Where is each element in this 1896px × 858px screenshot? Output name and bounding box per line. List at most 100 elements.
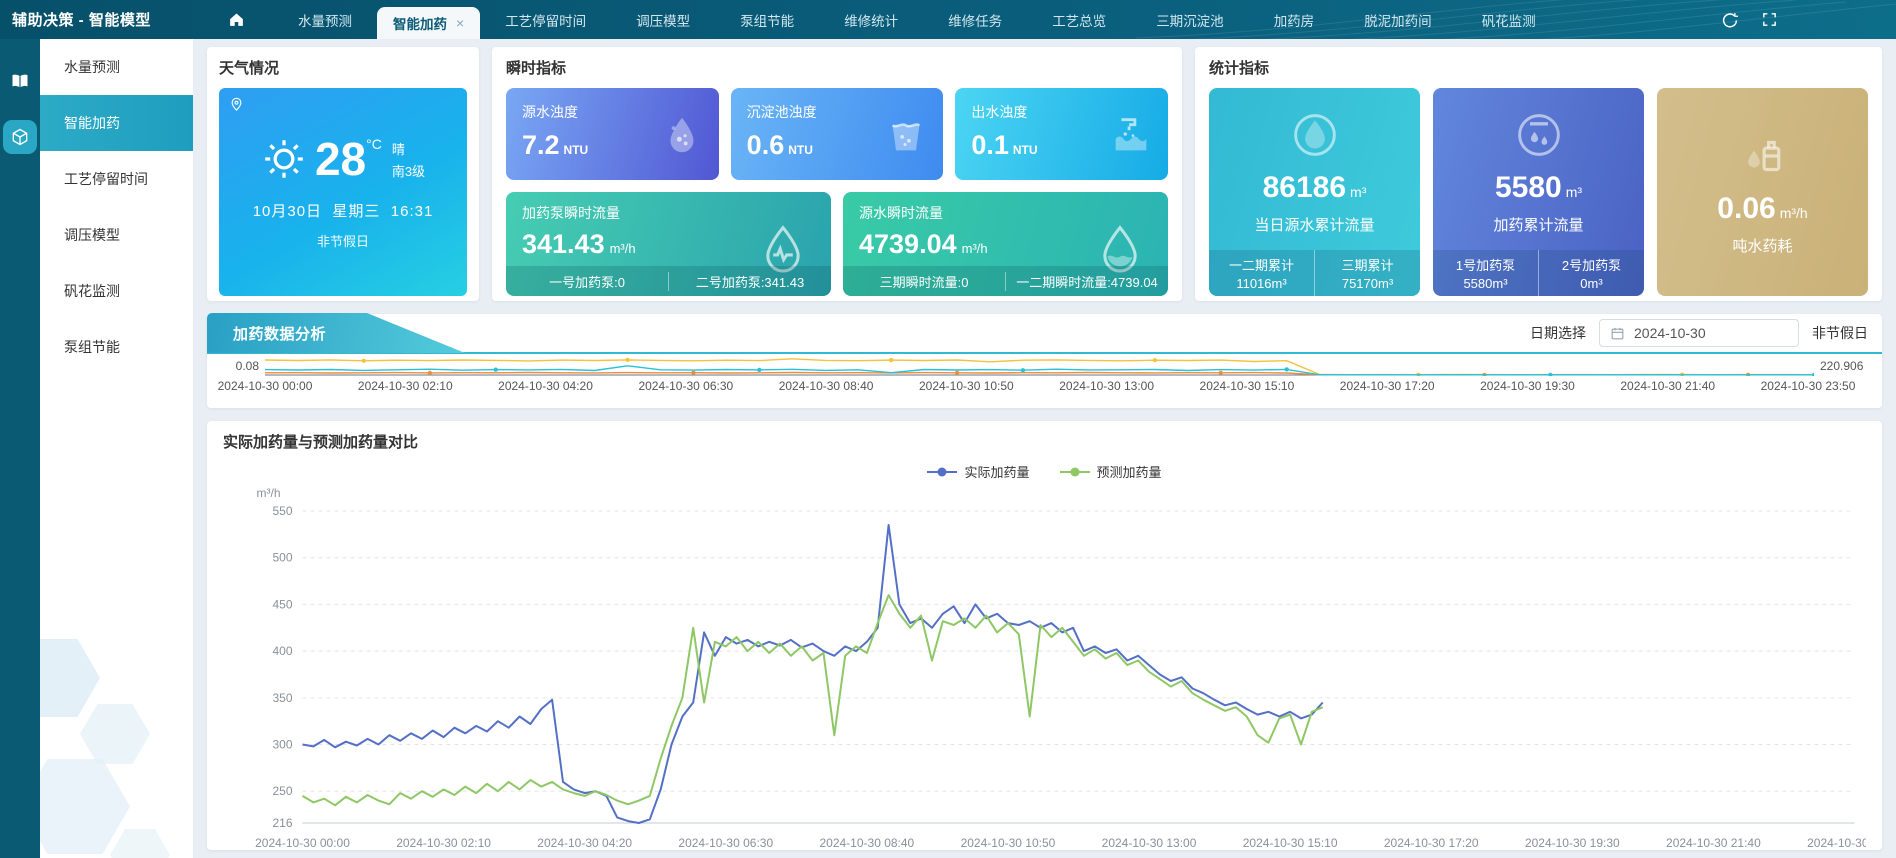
tab-label: 水量预测 bbox=[298, 10, 352, 30]
date-select-label: 日期选择 bbox=[1530, 323, 1586, 343]
tab-维修统计[interactable]: 维修统计 bbox=[819, 0, 923, 39]
overview-time-tick: 2024-10-30 04:20 bbox=[498, 379, 593, 393]
stat-value: 0.06 bbox=[1717, 192, 1775, 225]
stat-sub-value: 11016m³ bbox=[1236, 276, 1286, 291]
analysis-header: 加药数据分析 日期选择 2024-10-30 非节假日 bbox=[207, 314, 1882, 354]
icon-rail bbox=[0, 39, 40, 858]
svg-text:2024-10-30 10:50: 2024-10-30 10:50 bbox=[961, 836, 1056, 850]
stat-sub-value: 0m³ bbox=[1580, 276, 1602, 291]
stat-value: 5580 bbox=[1495, 171, 1562, 204]
statistics-panel: 统计指标 86186m³ 当日源水累计流量 一二期累计11016m³三期累计75… bbox=[1195, 47, 1882, 301]
tab-label: 矾花监测 bbox=[1482, 10, 1536, 30]
chart-legend: 实际加药量 预测加药量 bbox=[223, 462, 1866, 481]
weather-wind: 南3级 bbox=[392, 161, 425, 180]
svg-text:250: 250 bbox=[272, 784, 292, 798]
flow-card-strip: 三期瞬时流量:0一二期瞬时流量:4739.04 bbox=[843, 266, 1168, 296]
tab-bar: 水量预测 智能加药 × 工艺停留时间 调压模型 泵组节能 维修统计 维修任务工艺总览 三期沉淀池… bbox=[273, 0, 1561, 39]
tab-智能加药[interactable]: 智能加药 × bbox=[377, 7, 480, 39]
tab-泵组节能[interactable]: 泵组节能 bbox=[715, 0, 819, 39]
sidebar-item-水量预测[interactable]: 水量预测 bbox=[40, 39, 193, 95]
tab-工艺总览[interactable]: 工艺总览 bbox=[1027, 0, 1131, 39]
stat-label: 加药累计流量 bbox=[1493, 214, 1583, 235]
card-value: 341.43 bbox=[522, 229, 605, 259]
flow-cards: 加药泵瞬时流量 341.43m³/h 一号加药泵:0二号加药泵:341.43 源… bbox=[506, 192, 1168, 296]
overview-time-tick: 2024-10-30 10:50 bbox=[919, 379, 1014, 393]
dosing-data-analysis-panel: 加药数据分析 日期选择 2024-10-30 非节假日 0.08 220.906… bbox=[207, 314, 1882, 408]
book-icon[interactable] bbox=[5, 66, 35, 96]
tab-调压模型[interactable]: 调压模型 bbox=[611, 0, 715, 39]
flow-card-strip: 一号加药泵:0二号加药泵:341.43 bbox=[506, 266, 831, 296]
sidebar-item-矾花监测[interactable]: 矾花监测 bbox=[40, 263, 193, 319]
stat-card-吨水药耗: 0.06m³/h 吨水药耗 bbox=[1657, 88, 1868, 296]
overview-time-tick: 2024-10-30 21:40 bbox=[1620, 379, 1715, 393]
card-value: 0.1 bbox=[971, 130, 1009, 160]
tab-三期沉淀池[interactable]: 三期沉淀池 bbox=[1131, 0, 1249, 39]
stat-label: 吨水药耗 bbox=[1732, 235, 1792, 256]
stat-sub-label: 三期累计 bbox=[1341, 255, 1393, 274]
tab-水量预测[interactable]: 水量预测 bbox=[273, 0, 377, 39]
comparison-chart-panel: 实际加药量与预测加药量对比 实际加药量 预测加药量 21625030035040… bbox=[207, 421, 1882, 850]
fullscreen-icon[interactable] bbox=[1761, 11, 1778, 28]
tab-label: 三期沉淀池 bbox=[1156, 10, 1224, 30]
tab-label: 维修统计 bbox=[844, 10, 898, 30]
flow-card-加药泵瞬时流量: 加药泵瞬时流量 341.43m³/h 一号加药泵:0二号加药泵:341.43 bbox=[506, 192, 831, 296]
flow-sub-value: 二号加药泵:341.43 bbox=[668, 272, 831, 291]
flow-card-源水瞬时流量: 源水瞬时流量 4739.04m³/h 三期瞬时流量:0一二期瞬时流量:4739.… bbox=[843, 192, 1168, 296]
tab-加药房[interactable]: 加药房 bbox=[1249, 0, 1340, 39]
tab-维修任务[interactable]: 维修任务 bbox=[923, 0, 1027, 39]
stat-sub-value: 75170m³ bbox=[1342, 276, 1393, 291]
tab-工艺停留时间[interactable]: 工艺停留时间 bbox=[480, 0, 611, 39]
stat-sub-cell: 2号加药泵 0m³ bbox=[1538, 250, 1644, 296]
svg-text:2024-10-30 00:00: 2024-10-30 00:00 bbox=[255, 836, 350, 850]
date-picker[interactable]: 2024-10-30 bbox=[1599, 319, 1799, 347]
comparison-line-chart: 216250300350400450500550m³/h2024-10-30 0… bbox=[223, 483, 1866, 850]
svg-text:216: 216 bbox=[272, 816, 292, 830]
svg-text:2024-10-30 21:40: 2024-10-30 21:40 bbox=[1666, 836, 1761, 850]
weather-card: 28°C 晴 南3级 10月30日 星期三 16:31 非节假日 bbox=[219, 88, 467, 296]
dosing-drop-icon bbox=[1512, 108, 1566, 167]
card-unit: NTU bbox=[1013, 143, 1038, 157]
instant-indicators-panel: 瞬时指标 源水浊度 7.2NTU 沉淀池浊度 0.6NTU 出水浊度 0.1NT… bbox=[492, 47, 1182, 301]
stat-sub-label: 1号加药泵 bbox=[1456, 255, 1515, 274]
home-icon bbox=[228, 11, 245, 28]
model-cube-icon[interactable] bbox=[3, 120, 37, 154]
stat-sub-label: 2号加药泵 bbox=[1562, 255, 1621, 274]
overview-time-tick: 2024-10-30 06:30 bbox=[638, 379, 733, 393]
stat-card-当日源水累计流量: 86186m³ 当日源水累计流量 一二期累计11016m³三期累计75170m³ bbox=[1209, 88, 1420, 296]
ton-water-bottle-icon bbox=[1736, 129, 1790, 188]
overview-time-tick: 2024-10-30 23:50 bbox=[1761, 379, 1856, 393]
refresh-icon[interactable] bbox=[1721, 11, 1739, 29]
svg-text:2024-10-30 04:20: 2024-10-30 04:20 bbox=[537, 836, 632, 850]
stat-sub-cell: 1号加药泵5580m³ bbox=[1433, 250, 1538, 296]
legend-marker bbox=[927, 466, 957, 478]
home-button[interactable] bbox=[228, 11, 245, 28]
sidebar-item-智能加药[interactable]: 智能加药 bbox=[40, 95, 193, 151]
tab-label: 脱泥加药间 bbox=[1364, 10, 1432, 30]
sidebar-item-泵组节能[interactable]: 泵组节能 bbox=[40, 319, 193, 375]
tab-矾花监测[interactable]: 矾花监测 bbox=[1457, 0, 1561, 39]
stat-card-strip: 1号加药泵5580m³ 2号加药泵 0m³ bbox=[1433, 250, 1644, 296]
tab-label: 工艺停留时间 bbox=[505, 10, 586, 30]
svg-text:2024-10-30 02:10: 2024-10-30 02:10 bbox=[396, 836, 491, 850]
overview-time-tick: 2024-10-30 02:10 bbox=[358, 379, 453, 393]
overview-slider[interactable]: 0.08 220.906 bbox=[207, 354, 1882, 376]
flow-sub-value: 三期瞬时流量:0 bbox=[843, 272, 1005, 291]
svg-text:550: 550 bbox=[272, 504, 292, 518]
tab-close-icon[interactable]: × bbox=[456, 15, 464, 31]
holiday-flag: 非节假日 bbox=[1812, 323, 1868, 343]
legend-item-预测加药量[interactable]: 预测加药量 bbox=[1060, 462, 1162, 481]
sidebar-item-调压模型[interactable]: 调压模型 bbox=[40, 207, 193, 263]
legend-label: 实际加药量 bbox=[964, 462, 1029, 481]
tab-label: 泵组节能 bbox=[740, 10, 794, 30]
tab-脱泥加药间[interactable]: 脱泥加药间 bbox=[1339, 0, 1457, 39]
sidebar-item-工艺停留时间[interactable]: 工艺停留时间 bbox=[40, 151, 193, 207]
overview-time-tick: 2024-10-30 13:00 bbox=[1059, 379, 1154, 393]
tab-label: 智能加药 bbox=[393, 13, 447, 33]
legend-item-实际加药量[interactable]: 实际加药量 bbox=[927, 462, 1029, 481]
overview-time-tick: 2024-10-30 08:40 bbox=[779, 379, 874, 393]
stat-unit: m³ bbox=[1350, 184, 1366, 200]
turbidity-card-沉淀池浊度: 沉淀池浊度 0.6NTU bbox=[731, 88, 944, 180]
svg-text:400: 400 bbox=[272, 644, 292, 658]
svg-text:2024-10-30 06:30: 2024-10-30 06:30 bbox=[678, 836, 773, 850]
holiday-label: 非节假日 bbox=[231, 231, 455, 250]
